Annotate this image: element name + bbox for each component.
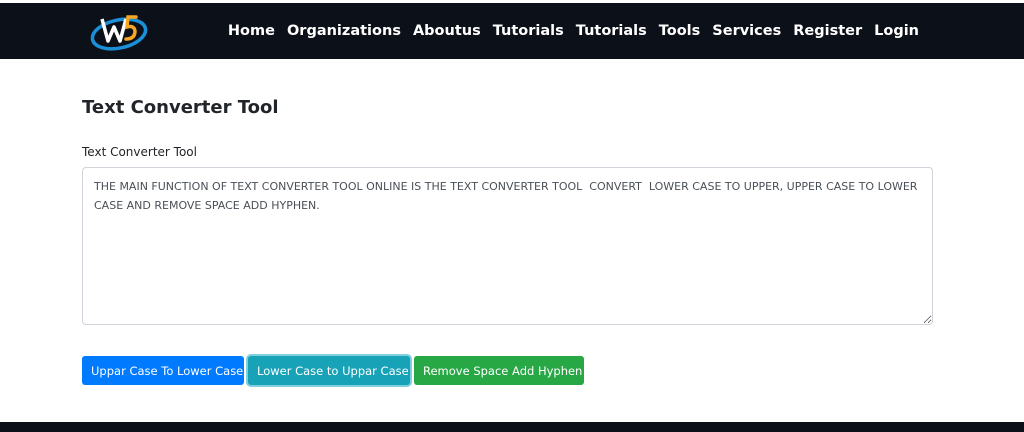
nav-organizations[interactable]: Organizations — [287, 23, 401, 39]
nav-tutorials[interactable]: Tutorials — [493, 23, 564, 39]
page-title: Text Converter Tool — [82, 97, 279, 118]
nav-home[interactable]: Home — [228, 23, 275, 39]
nav-tools[interactable]: Tools — [659, 23, 701, 39]
footer — [0, 422, 1024, 432]
text-input-area[interactable]: THE MAIN FUNCTION OF TEXT CONVERTER TOOL… — [82, 167, 933, 325]
navbar: Home Organizations Aboutus Tutorials Tut… — [0, 3, 1024, 59]
nav-register[interactable]: Register — [793, 23, 862, 39]
nav-aboutus[interactable]: Aboutus — [413, 23, 481, 39]
main-nav: Home Organizations Aboutus Tutorials Tut… — [228, 3, 919, 59]
to-upper-case-button[interactable]: Lower Case to Uppar Case — [248, 356, 410, 385]
nav-login[interactable]: Login — [874, 23, 919, 39]
remove-space-add-hyphen-button[interactable]: Remove Space Add Hyphen — [414, 356, 584, 385]
nav-tutorials-2[interactable]: Tutorials — [576, 23, 647, 39]
action-buttons: Uppar Case To Lower Case Lower Case to U… — [82, 356, 584, 385]
to-lower-case-button[interactable]: Uppar Case To Lower Case — [82, 356, 244, 385]
nav-services[interactable]: Services — [712, 23, 781, 39]
textarea-label: Text Converter Tool — [82, 145, 197, 159]
site-logo-icon[interactable] — [88, 9, 150, 55]
